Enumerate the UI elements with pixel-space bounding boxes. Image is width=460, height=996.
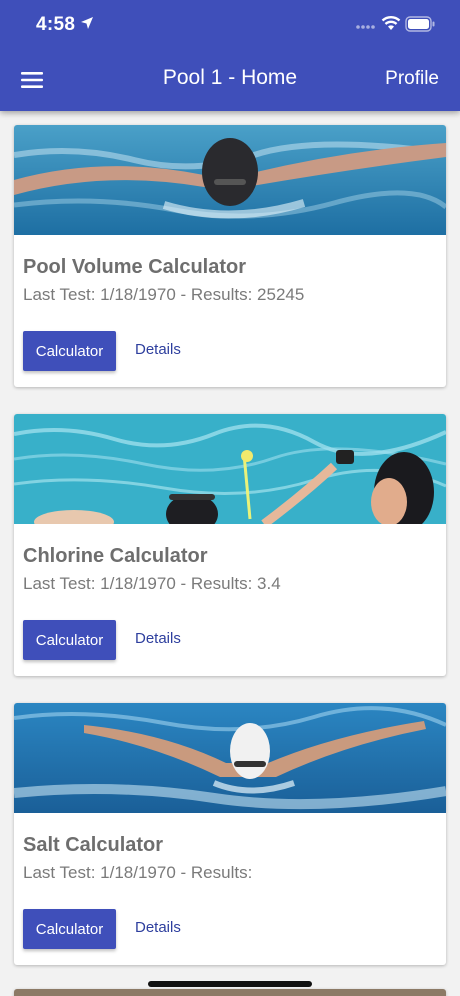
card-title: Chlorine Calculator bbox=[23, 545, 208, 567]
card-title: Pool Volume Calculator bbox=[23, 256, 246, 278]
card-last-test: Last Test: 1/18/1970 - Results: 25245 bbox=[23, 285, 305, 304]
calculator-card: Salt Calculator Last Test: 1/18/1970 - R… bbox=[14, 703, 446, 965]
calculator-button[interactable]: Calculator bbox=[23, 909, 116, 949]
details-button[interactable]: Details bbox=[135, 341, 181, 358]
swimmer-image bbox=[14, 125, 446, 235]
location-arrow-icon bbox=[81, 17, 93, 29]
cellular-signal-icon bbox=[356, 25, 375, 29]
status-time: 4:58 bbox=[36, 14, 76, 35]
butterfly-swimmer-image bbox=[14, 703, 446, 813]
calculator-card: Chlorine Calculator Last Test: 1/18/1970… bbox=[14, 414, 446, 676]
calculator-card: Pool Volume Calculator Last Test: 1/18/1… bbox=[14, 125, 446, 387]
status-bar: 4:58 bbox=[0, 0, 460, 52]
wifi-icon bbox=[381, 16, 401, 30]
card-title: Salt Calculator bbox=[23, 834, 164, 856]
calculator-button[interactable]: Calculator bbox=[23, 331, 116, 371]
calculator-card-partial bbox=[14, 989, 446, 996]
details-button[interactable]: Details bbox=[135, 630, 181, 647]
pool-swimmers-image bbox=[14, 414, 446, 524]
battery-icon bbox=[405, 16, 435, 32]
home-indicator[interactable] bbox=[148, 981, 312, 987]
card-list[interactable]: Pool Volume Calculator Last Test: 1/18/1… bbox=[0, 111, 460, 996]
details-button[interactable]: Details bbox=[135, 919, 181, 936]
card-last-test: Last Test: 1/18/1970 - Results: 3.4 bbox=[23, 574, 281, 593]
card-last-test: Last Test: 1/18/1970 - Results: bbox=[23, 863, 253, 882]
profile-button[interactable]: Profile bbox=[385, 68, 439, 90]
hamburger-menu-icon[interactable] bbox=[18, 66, 46, 94]
calculator-button[interactable]: Calculator bbox=[23, 620, 116, 660]
app-header: 4:58 Pool 1 - Home Profile bbox=[0, 0, 460, 111]
